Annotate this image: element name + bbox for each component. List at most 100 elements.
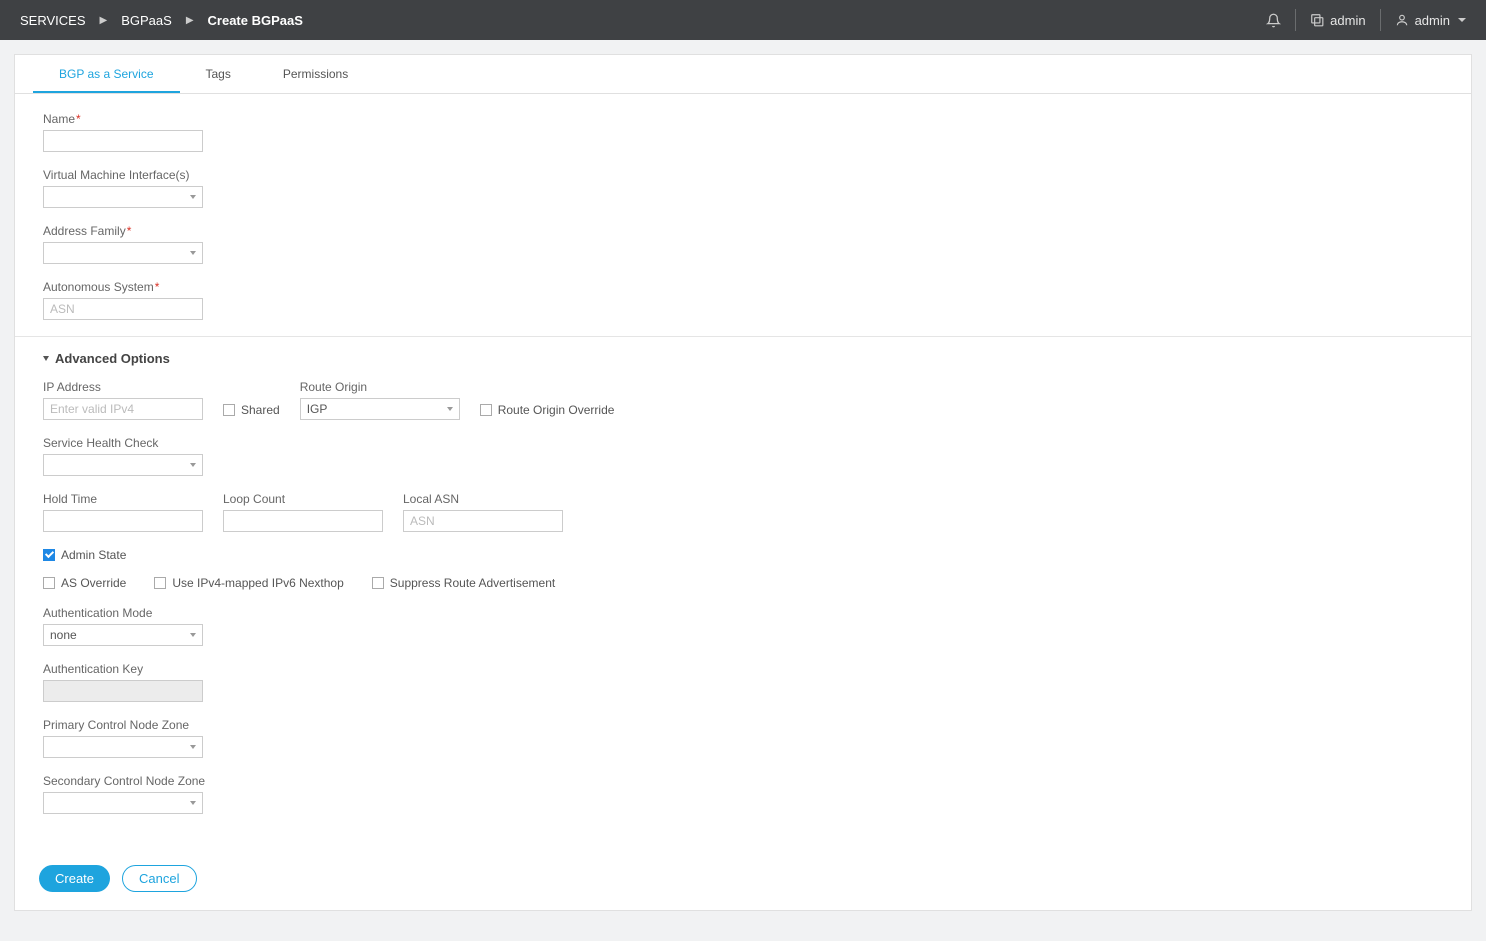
user-dropdown[interactable]: admin — [1395, 13, 1466, 28]
page-body: BGP as a Service Tags Permissions Name* … — [0, 40, 1486, 925]
row-flags: AS Override Use IPv4-mapped IPv6 Nexthop… — [43, 576, 1443, 590]
label-route-origin: Route Origin — [300, 380, 460, 394]
label-autonomous-system: Autonomous System* — [43, 280, 1443, 294]
breadcrumb-mid[interactable]: BGPaaS — [121, 13, 172, 28]
ipv4-mapped-label: Use IPv4-mapped IPv6 Nexthop — [172, 576, 343, 590]
route-origin-override-wrap[interactable]: Route Origin Override — [480, 403, 615, 417]
field-vmi: Virtual Machine Interface(s) — [43, 168, 1443, 208]
field-secondary-zone: Secondary Control Node Zone — [43, 774, 1443, 814]
tab-tags[interactable]: Tags — [180, 55, 257, 93]
field-service-health-check: Service Health Check — [43, 436, 1443, 476]
notifications-button[interactable] — [1266, 13, 1281, 28]
label-secondary-zone: Secondary Control Node Zone — [43, 774, 1443, 788]
label-ip-address: IP Address — [43, 380, 203, 394]
shared-label: Shared — [241, 403, 280, 417]
label-hold-time: Hold Time — [43, 492, 203, 506]
user-icon — [1395, 13, 1409, 27]
suppress-checkbox[interactable] — [372, 577, 384, 589]
field-loop-count: Loop Count — [223, 492, 383, 532]
auth-key-input — [43, 680, 203, 702]
label-address-family: Address Family* — [43, 224, 1443, 238]
admin-state-checkbox[interactable] — [43, 549, 55, 561]
advanced-options-label: Advanced Options — [55, 351, 170, 366]
suppress-wrap[interactable]: Suppress Route Advertisement — [372, 576, 555, 590]
tab-permissions[interactable]: Permissions — [257, 55, 374, 93]
route-origin-override-checkbox[interactable] — [480, 404, 492, 416]
required-marker: * — [76, 112, 81, 126]
service-health-check-select[interactable] — [43, 454, 203, 476]
asn-input[interactable] — [43, 298, 203, 320]
admin-state-label: Admin State — [61, 548, 126, 562]
divider — [15, 336, 1471, 337]
label-local-asn: Local ASN — [403, 492, 563, 506]
label-vmi: Virtual Machine Interface(s) — [43, 168, 1443, 182]
topbar: SERVICES ▶ BGPaaS ▶ Create BGPaaS admin … — [0, 0, 1486, 40]
route-origin-select[interactable]: IGP — [300, 398, 460, 420]
label-auth-mode: Authentication Mode — [43, 606, 1443, 620]
chevron-down-icon — [447, 407, 453, 411]
chevron-down-icon — [190, 251, 196, 255]
label-loop-count: Loop Count — [223, 492, 383, 506]
separator — [1295, 9, 1296, 31]
as-override-label: AS Override — [61, 576, 126, 590]
field-primary-zone: Primary Control Node Zone — [43, 718, 1443, 758]
chevron-down-icon — [190, 745, 196, 749]
field-hold-time: Hold Time — [43, 492, 203, 532]
name-input[interactable] — [43, 130, 203, 152]
field-route-origin: Route Origin IGP — [300, 380, 460, 420]
address-family-select[interactable] — [43, 242, 203, 264]
chevron-down-icon — [190, 801, 196, 805]
ip-address-input[interactable] — [43, 398, 203, 420]
breadcrumb: SERVICES ▶ BGPaaS ▶ Create BGPaaS — [20, 13, 303, 28]
user-label: admin — [1415, 13, 1450, 28]
ipv4-mapped-wrap[interactable]: Use IPv4-mapped IPv6 Nexthop — [154, 576, 343, 590]
label-primary-zone: Primary Control Node Zone — [43, 718, 1443, 732]
separator — [1380, 9, 1381, 31]
domain-dropdown[interactable]: admin — [1310, 13, 1365, 28]
auth-mode-select[interactable]: none — [43, 624, 203, 646]
label-name: Name* — [43, 112, 1443, 126]
field-address-family: Address Family* — [43, 224, 1443, 264]
chevron-down-icon — [1458, 18, 1466, 22]
local-asn-input[interactable] — [403, 510, 563, 532]
domain-icon — [1310, 13, 1324, 27]
as-override-wrap[interactable]: AS Override — [43, 576, 126, 590]
breadcrumb-root[interactable]: SERVICES — [20, 13, 86, 28]
cancel-button[interactable]: Cancel — [122, 865, 196, 892]
admin-state-wrap[interactable]: Admin State — [43, 548, 1443, 562]
advanced-options-toggle[interactable]: Advanced Options — [43, 351, 1443, 366]
field-autonomous-system: Autonomous System* — [43, 280, 1443, 320]
chevron-down-icon — [190, 463, 196, 467]
suppress-label: Suppress Route Advertisement — [390, 576, 555, 590]
loop-count-input[interactable] — [223, 510, 383, 532]
ipv4-mapped-checkbox[interactable] — [154, 577, 166, 589]
field-auth-key: Authentication Key — [43, 662, 1443, 702]
secondary-zone-select[interactable] — [43, 792, 203, 814]
hold-time-input[interactable] — [43, 510, 203, 532]
chevron-right-icon: ▶ — [186, 15, 194, 26]
field-local-asn: Local ASN — [403, 492, 563, 532]
chevron-down-icon — [190, 633, 196, 637]
triangle-down-icon — [43, 356, 49, 361]
tab-bgp-as-a-service[interactable]: BGP as a Service — [33, 55, 180, 93]
form-body: Name* Virtual Machine Interface(s) Addre… — [15, 94, 1471, 840]
domain-label: admin — [1330, 13, 1365, 28]
footer-actions: Create Cancel — [39, 865, 197, 892]
route-origin-override-label: Route Origin Override — [498, 403, 615, 417]
vmi-select[interactable] — [43, 186, 203, 208]
create-button[interactable]: Create — [39, 865, 110, 892]
topbar-right: admin admin — [1266, 9, 1466, 31]
shared-checkbox-wrap[interactable]: Shared — [223, 403, 280, 417]
breadcrumb-current: Create BGPaaS — [208, 13, 303, 28]
primary-zone-select[interactable] — [43, 736, 203, 758]
as-override-checkbox[interactable] — [43, 577, 55, 589]
field-name: Name* — [43, 112, 1443, 152]
form-panel: BGP as a Service Tags Permissions Name* … — [14, 54, 1472, 911]
field-ip-address: IP Address — [43, 380, 203, 420]
label-auth-key: Authentication Key — [43, 662, 1443, 676]
row-ip-routeorigin: IP Address Shared Route Origin IGP Route… — [43, 380, 1443, 420]
shared-checkbox[interactable] — [223, 404, 235, 416]
field-auth-mode: Authentication Mode none — [43, 606, 1443, 646]
tabs: BGP as a Service Tags Permissions — [15, 55, 1471, 94]
bell-icon — [1266, 13, 1281, 28]
